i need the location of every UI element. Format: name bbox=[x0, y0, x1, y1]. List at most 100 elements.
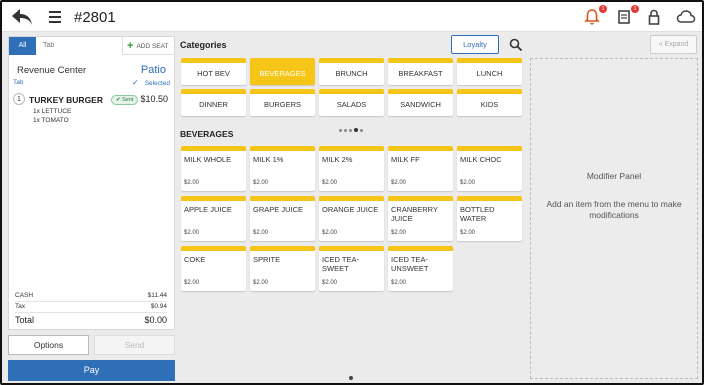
receipt-badge: 1 bbox=[631, 5, 639, 13]
menu-item-price: $2.00 bbox=[253, 280, 269, 286]
seat-number: 1 bbox=[13, 93, 25, 105]
menu-item[interactable]: BOTTLED WATER $2.00 bbox=[457, 196, 522, 241]
menu-item[interactable]: MILK 1% $2.00 bbox=[250, 146, 315, 191]
cash-label: CASH bbox=[15, 292, 34, 299]
category-lunch[interactable]: LUNCH bbox=[457, 58, 522, 85]
add-seat-label: ADD SEAT bbox=[136, 43, 169, 50]
add-seat-button[interactable]: + ADD SEAT bbox=[127, 37, 168, 55]
menu-item-name: BOTTLED WATER bbox=[460, 205, 495, 223]
menu-icon[interactable] bbox=[49, 11, 61, 23]
modifier-line: 1x TOMATO bbox=[33, 117, 69, 124]
menu-item-price: $2.00 bbox=[184, 230, 200, 236]
menu-item-name: MILK FF bbox=[391, 155, 420, 164]
menu-item[interactable]: GRAPE JUICE $2.00 bbox=[250, 196, 315, 241]
cash-row: CASH $11.44 bbox=[15, 291, 167, 302]
menu-item[interactable]: MILK FF $2.00 bbox=[388, 146, 453, 191]
category-sandwich[interactable]: SANDWICH bbox=[388, 89, 453, 116]
menu-item[interactable]: SPRITE $2.00 bbox=[250, 246, 315, 291]
menu-item-name: MILK CHOC bbox=[460, 155, 502, 164]
expand-icon: « bbox=[658, 41, 663, 48]
page-indicator bbox=[349, 376, 353, 380]
menu-item[interactable]: MILK WHOLE $2.00 bbox=[181, 146, 246, 191]
category-beverages[interactable]: BEVERAGES bbox=[250, 58, 315, 85]
top-bar: #2801 1 1 bbox=[2, 2, 702, 32]
menu-item[interactable]: APPLE JUICE $2.00 bbox=[181, 196, 246, 241]
item-price: $10.50 bbox=[140, 94, 168, 104]
category-kids[interactable]: KIDS bbox=[457, 89, 522, 116]
menu-item-name: COKE bbox=[184, 255, 206, 264]
order-panel: All +ADD SEAT Revenue Center Patio Tab ✓… bbox=[8, 36, 175, 330]
menu-item-price: $2.00 bbox=[391, 180, 407, 186]
menu-item-price: $2.00 bbox=[184, 180, 200, 186]
selected-indicator: ✓ Selected bbox=[132, 78, 170, 87]
menu-item-price: $2.00 bbox=[391, 280, 407, 286]
revenue-center-label: Revenue Center bbox=[17, 65, 87, 76]
menu-item[interactable]: ORANGE JUICE $2.00 bbox=[319, 196, 384, 241]
send-button[interactable]: Send bbox=[94, 335, 175, 355]
plus-icon: + bbox=[127, 40, 134, 52]
menu-item-name: SPRITE bbox=[253, 255, 281, 264]
sent-label: Sent bbox=[122, 97, 134, 103]
category-salads[interactable]: SALADS bbox=[319, 89, 384, 116]
lock-icon[interactable] bbox=[646, 8, 666, 28]
tab-input[interactable] bbox=[37, 37, 123, 55]
menu-item-price: $2.00 bbox=[322, 280, 338, 286]
menu-item-price: $2.00 bbox=[391, 230, 407, 236]
menu-item-price: $2.00 bbox=[253, 180, 269, 186]
options-button[interactable]: Options bbox=[8, 335, 89, 355]
pay-button[interactable]: Pay bbox=[8, 360, 175, 381]
category-hot-bev[interactable]: HOT BEV bbox=[181, 58, 246, 85]
sent-badge: ✔ Sent bbox=[111, 95, 139, 105]
total-value: $0.00 bbox=[144, 315, 167, 325]
category-pager[interactable] bbox=[339, 119, 365, 137]
modifier-panel-title: Modifier Panel bbox=[586, 171, 642, 181]
category-burgers[interactable]: BURGERS bbox=[250, 89, 315, 116]
receipt-icon[interactable]: 1 bbox=[616, 5, 639, 28]
cash-value: $11.44 bbox=[147, 292, 167, 299]
search-icon[interactable] bbox=[509, 38, 523, 52]
menu-item-price: $2.00 bbox=[322, 230, 338, 236]
menu-item-price: $2.00 bbox=[184, 280, 200, 286]
menu-item-name: ICED TEA-SWEET bbox=[322, 255, 359, 273]
check-icon: ✓ bbox=[132, 78, 139, 87]
menu-item-name: CRANBERRY JUICE bbox=[391, 205, 438, 223]
menu-item-name: ORANGE JUICE bbox=[322, 205, 379, 214]
expand-button[interactable]: « Expand bbox=[650, 35, 697, 54]
category-breakfast[interactable]: BREAKFAST bbox=[388, 58, 453, 85]
tax-label: Tax bbox=[15, 303, 26, 310]
expand-label: Expand bbox=[664, 41, 689, 48]
menu-item-price: $2.00 bbox=[460, 180, 476, 186]
order-number: #2801 bbox=[74, 9, 116, 26]
menu-item-name: MILK WHOLE bbox=[184, 155, 232, 164]
modifier-panel-description: Add an item from the menu to make modifi… bbox=[546, 199, 682, 220]
menu-item-name: MILK 1% bbox=[253, 155, 284, 164]
bell-icon[interactable]: 1 bbox=[584, 5, 607, 28]
menu-item[interactable]: MILK 2% $2.00 bbox=[319, 146, 384, 191]
categories-heading: Categories bbox=[180, 40, 227, 50]
menu-item-name: GRAPE JUICE bbox=[253, 205, 304, 214]
back-icon[interactable] bbox=[10, 6, 34, 28]
menu-item[interactable]: ICED TEA-SWEET $2.00 bbox=[319, 246, 384, 291]
menu-item-price: $2.00 bbox=[460, 230, 476, 236]
menu-item[interactable]: MILK CHOC $2.00 bbox=[457, 146, 522, 191]
modifier-panel: Modifier Panel Add an item from the menu… bbox=[530, 58, 698, 379]
menu-item[interactable]: CRANBERRY JUICE $2.00 bbox=[388, 196, 453, 241]
cloud-icon[interactable] bbox=[676, 8, 698, 28]
tax-row: Tax $0.94 bbox=[15, 302, 167, 313]
app-frame: #2801 1 1 All Tab + ADD SEAT Revenue Cen… bbox=[0, 0, 704, 385]
menu-section-heading: BEVERAGES bbox=[180, 129, 234, 139]
menu-item-price: $2.00 bbox=[322, 180, 338, 186]
menu-item-price: $2.00 bbox=[253, 230, 269, 236]
tab-label: Tab bbox=[13, 79, 24, 86]
tab-all-button[interactable]: All bbox=[9, 37, 36, 55]
notification-badge: 1 bbox=[599, 5, 607, 13]
menu-item[interactable]: ICED TEA-UNSWEET $2.00 bbox=[388, 246, 453, 291]
tax-value: $0.94 bbox=[150, 303, 167, 310]
category-brunch[interactable]: BRUNCH bbox=[319, 58, 384, 85]
loyalty-button[interactable]: Loyalty bbox=[451, 35, 499, 54]
menu-item[interactable]: COKE $2.00 bbox=[181, 246, 246, 291]
menu-item-name: APPLE JUICE bbox=[184, 205, 232, 214]
item-name: TURKEY BURGER bbox=[29, 95, 103, 105]
revenue-center-value[interactable]: Patio bbox=[141, 64, 166, 76]
category-dinner[interactable]: DINNER bbox=[181, 89, 246, 116]
